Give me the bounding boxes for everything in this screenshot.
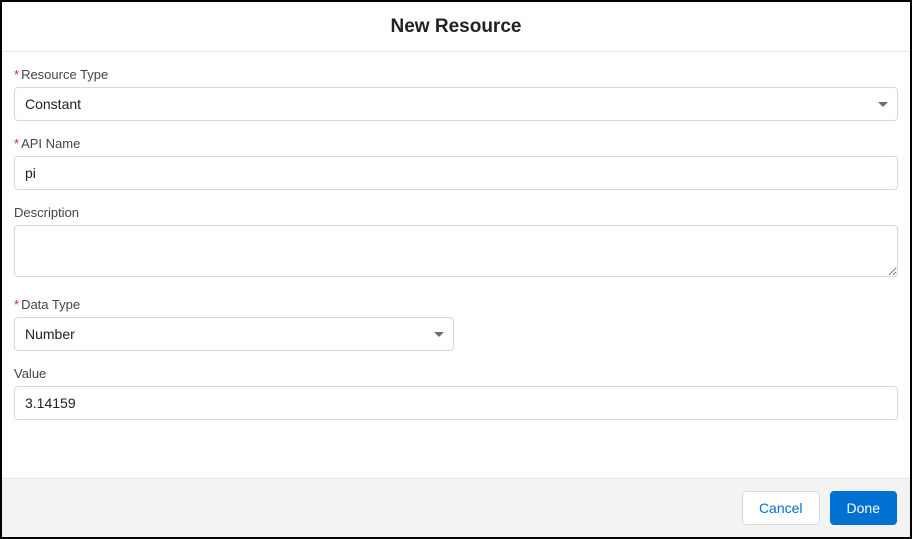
resource-type-select-wrap: Constant xyxy=(14,87,898,121)
data-type-select-wrap: Number xyxy=(14,317,454,351)
data-type-label: Data Type xyxy=(21,297,80,312)
data-type-select[interactable]: Number xyxy=(14,317,454,351)
api-name-label: API Name xyxy=(21,136,80,151)
resource-type-label: Resource Type xyxy=(21,67,108,82)
dialog-header: New Resource xyxy=(2,2,910,52)
required-marker: * xyxy=(14,297,19,312)
resource-type-group: *Resource Type Constant xyxy=(14,67,898,121)
required-marker: * xyxy=(14,67,19,82)
value-group: Value xyxy=(14,366,898,420)
api-name-label-row: *API Name xyxy=(14,136,898,151)
description-label: Description xyxy=(14,205,79,220)
description-label-row: Description xyxy=(14,205,898,220)
description-group: Description xyxy=(14,205,898,282)
value-label-row: Value xyxy=(14,366,898,381)
description-textarea[interactable] xyxy=(14,225,898,277)
dialog-title: New Resource xyxy=(2,16,910,38)
api-name-group: *API Name xyxy=(14,136,898,190)
value-input[interactable] xyxy=(14,386,898,420)
resource-type-label-row: *Resource Type xyxy=(14,67,898,82)
resource-type-select[interactable]: Constant xyxy=(14,87,898,121)
dialog-content: *Resource Type Constant *API Name Descri… xyxy=(2,52,910,478)
required-marker: * xyxy=(14,136,19,151)
cancel-button[interactable]: Cancel xyxy=(742,491,820,525)
dialog-footer: Cancel Done xyxy=(2,478,910,537)
done-button[interactable]: Done xyxy=(830,491,897,525)
value-label: Value xyxy=(14,366,46,381)
data-type-group: *Data Type Number xyxy=(14,297,898,351)
api-name-input[interactable] xyxy=(14,156,898,190)
data-type-label-row: *Data Type xyxy=(14,297,898,312)
